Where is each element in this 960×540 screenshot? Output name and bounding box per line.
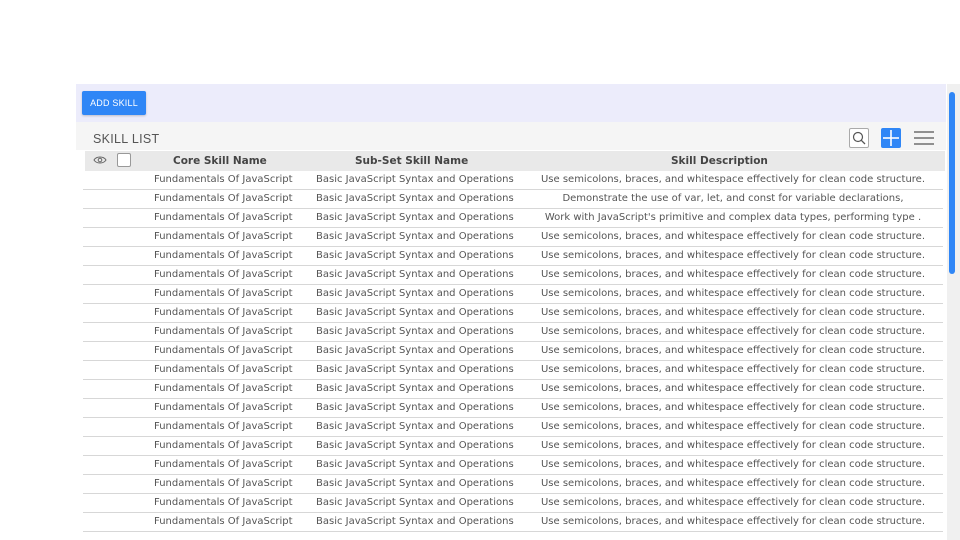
skill-list-title: SKILL LIST [93, 132, 160, 146]
cell-description: Work with JavaScript's primitive and com… [544, 212, 922, 223]
cell-sub-skill: Basic JavaScript Syntax and Operations [316, 459, 514, 470]
table-row[interactable]: Fundamentals Of JavaScript Basic JavaScri… [83, 285, 943, 304]
cell-description: Use semicolons, braces, and whitespace e… [540, 421, 926, 432]
table-row[interactable]: Fundamentals Of JavaScript Basic JavaScri… [83, 190, 943, 209]
cell-sub-skill: Basic JavaScript Syntax and Operations [316, 516, 514, 527]
cell-description: Use semicolons, braces, and whitespace e… [540, 364, 926, 375]
hamburger-menu-icon [914, 131, 934, 145]
cell-sub-skill: Basic JavaScript Syntax and Operations [316, 174, 514, 185]
cell-description: Use semicolons, braces, and whitespace e… [540, 288, 926, 299]
table-row[interactable]: Fundamentals Of JavaScript Basic JavaScri… [83, 418, 943, 437]
cell-description: Use semicolons, braces, and whitespace e… [540, 174, 926, 185]
cell-description: Use semicolons, braces, and whitespace e… [540, 231, 926, 242]
cell-core-skill: Fundamentals Of JavaScript [154, 326, 293, 337]
cell-core-skill: Fundamentals Of JavaScript [154, 212, 293, 223]
table-row[interactable]: Fundamentals Of JavaScript Basic JavaScri… [83, 228, 943, 247]
table-row[interactable]: Fundamentals Of JavaScript Basic JavaScri… [83, 380, 943, 399]
table-row[interactable]: Fundamentals Of JavaScript Basic JavaScri… [83, 304, 943, 323]
cell-core-skill: Fundamentals Of JavaScript [154, 250, 293, 261]
cell-core-skill: Fundamentals Of JavaScript [154, 516, 293, 527]
table-row[interactable]: Fundamentals Of JavaScript Basic JavaScri… [83, 247, 943, 266]
table-row[interactable]: Fundamentals Of JavaScript Basic JavaScri… [83, 209, 943, 228]
cell-core-skill: Fundamentals Of JavaScript [154, 307, 293, 318]
cell-core-skill: Fundamentals Of JavaScript [154, 478, 293, 489]
cell-core-skill: Fundamentals Of JavaScript [154, 402, 293, 413]
scrollbar-thumb[interactable] [949, 92, 955, 274]
table-row[interactable]: Fundamentals Of JavaScript Basic JavaScri… [83, 342, 943, 361]
skill-list-header: SKILL LIST [76, 122, 946, 150]
cell-core-skill: Fundamentals Of JavaScript [154, 459, 293, 470]
cell-sub-skill: Basic JavaScript Syntax and Operations [316, 307, 514, 318]
cell-description: Demonstrate the use of var, let, and con… [562, 193, 904, 204]
cell-sub-skill: Basic JavaScript Syntax and Operations [316, 383, 514, 394]
cell-sub-skill: Basic JavaScript Syntax and Operations [316, 212, 514, 223]
cell-sub-skill: Basic JavaScript Syntax and Operations [316, 421, 514, 432]
table-row[interactable]: Fundamentals Of JavaScript Basic JavaScri… [83, 399, 943, 418]
table-row[interactable]: Fundamentals Of JavaScript Basic JavaScri… [83, 171, 943, 190]
cell-description: Use semicolons, braces, and whitespace e… [540, 345, 926, 356]
cell-core-skill: Fundamentals Of JavaScript [154, 193, 293, 204]
table-column-header: Core Skill Name Sub-Set Skill Name Skill… [85, 151, 945, 171]
add-skill-button[interactable]: ADD SKILL [82, 91, 146, 115]
select-all-checkbox[interactable] [117, 153, 131, 167]
cell-sub-skill: Basic JavaScript Syntax and Operations [316, 269, 514, 280]
cell-sub-skill: Basic JavaScript Syntax and Operations [316, 231, 514, 242]
table-row[interactable]: Fundamentals Of JavaScript Basic JavaScri… [83, 494, 943, 513]
vertical-scrollbar[interactable] [947, 84, 960, 540]
cell-sub-skill: Basic JavaScript Syntax and Operations [316, 250, 514, 261]
table-row[interactable]: Fundamentals Of JavaScript Basic JavaScri… [83, 266, 943, 285]
cell-core-skill: Fundamentals Of JavaScript [154, 440, 293, 451]
cell-sub-skill: Basic JavaScript Syntax and Operations [316, 402, 514, 413]
cell-description: Use semicolons, braces, and whitespace e… [540, 402, 926, 413]
cell-description: Use semicolons, braces, and whitespace e… [540, 478, 926, 489]
cell-sub-skill: Basic JavaScript Syntax and Operations [316, 193, 514, 204]
cell-sub-skill: Basic JavaScript Syntax and Operations [316, 364, 514, 375]
cell-sub-skill: Basic JavaScript Syntax and Operations [316, 345, 514, 356]
column-header-description[interactable]: Skill Description [671, 155, 768, 167]
table-row[interactable]: Fundamentals Of JavaScript Basic JavaScri… [83, 361, 943, 380]
action-bar: ADD SKILL [76, 84, 946, 122]
cell-description: Use semicolons, braces, and whitespace e… [540, 497, 926, 508]
cell-description: Use semicolons, braces, and whitespace e… [540, 307, 926, 318]
cell-core-skill: Fundamentals Of JavaScript [154, 288, 293, 299]
table-row[interactable]: Fundamentals Of JavaScript Basic JavaScri… [83, 437, 943, 456]
cell-core-skill: Fundamentals Of JavaScript [154, 231, 293, 242]
cell-core-skill: Fundamentals Of JavaScript [154, 421, 293, 432]
cell-description: Use semicolons, braces, and whitespace e… [540, 383, 926, 394]
skill-table-body: Fundamentals Of JavaScript Basic JavaScri… [83, 171, 943, 532]
add-row-button[interactable] [881, 128, 901, 148]
table-row[interactable]: Fundamentals Of JavaScript Basic JavaScri… [83, 456, 943, 475]
menu-button[interactable] [914, 128, 934, 148]
plus-icon [883, 130, 899, 146]
cell-sub-skill: Basic JavaScript Syntax and Operations [316, 326, 514, 337]
eye-icon[interactable] [93, 155, 107, 165]
cell-description: Use semicolons, braces, and whitespace e… [540, 326, 926, 337]
cell-sub-skill: Basic JavaScript Syntax and Operations [316, 478, 514, 489]
column-header-core-skill[interactable]: Core Skill Name [173, 155, 267, 167]
search-button[interactable] [849, 128, 869, 148]
cell-sub-skill: Basic JavaScript Syntax and Operations [316, 288, 514, 299]
cell-description: Use semicolons, braces, and whitespace e… [540, 269, 926, 280]
table-row[interactable]: Fundamentals Of JavaScript Basic JavaScri… [83, 323, 943, 342]
cell-description: Use semicolons, braces, and whitespace e… [540, 440, 926, 451]
column-header-sub-skill[interactable]: Sub-Set Skill Name [355, 155, 468, 167]
search-icon [852, 131, 866, 145]
cell-core-skill: Fundamentals Of JavaScript [154, 364, 293, 375]
table-row[interactable]: Fundamentals Of JavaScript Basic JavaScri… [83, 475, 943, 494]
cell-description: Use semicolons, braces, and whitespace e… [540, 250, 926, 261]
cell-core-skill: Fundamentals Of JavaScript [154, 497, 293, 508]
cell-core-skill: Fundamentals Of JavaScript [154, 174, 293, 185]
cell-core-skill: Fundamentals Of JavaScript [154, 269, 293, 280]
cell-sub-skill: Basic JavaScript Syntax and Operations [316, 440, 514, 451]
cell-core-skill: Fundamentals Of JavaScript [154, 383, 293, 394]
cell-description: Use semicolons, braces, and whitespace e… [540, 459, 926, 470]
skill-panel: ADD SKILL SKILL LIST Core Skill Name Sub… [76, 84, 946, 540]
cell-description: Use semicolons, braces, and whitespace e… [540, 516, 926, 527]
table-row[interactable]: Fundamentals Of JavaScript Basic JavaScri… [83, 513, 943, 532]
cell-sub-skill: Basic JavaScript Syntax and Operations [316, 497, 514, 508]
cell-core-skill: Fundamentals Of JavaScript [154, 345, 293, 356]
